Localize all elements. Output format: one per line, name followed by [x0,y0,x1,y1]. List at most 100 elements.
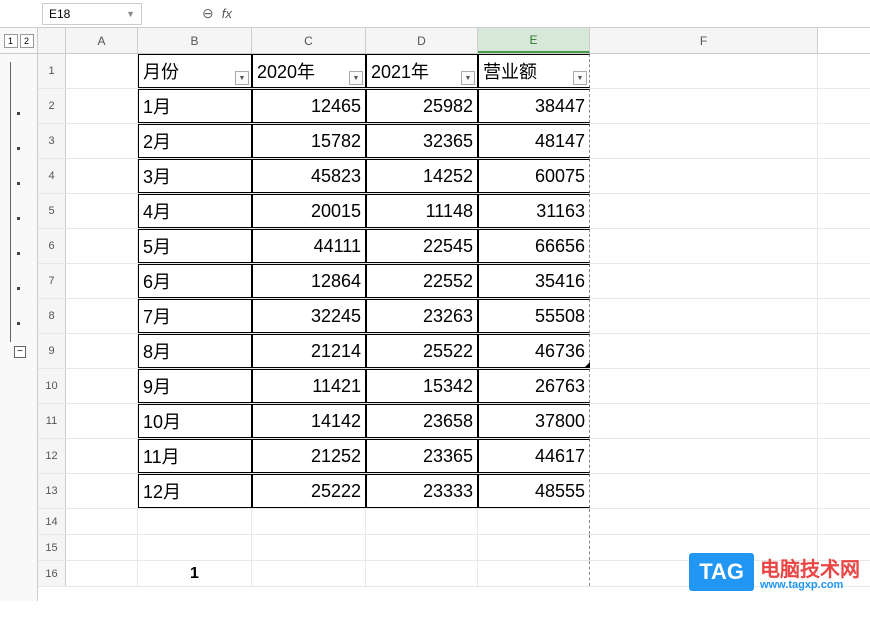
cell[interactable] [590,474,818,508]
cell-2021[interactable]: 15342 [366,369,478,403]
cell[interactable] [66,474,138,508]
header-month[interactable]: 月份▼ [138,54,252,88]
cell-revenue[interactable]: 37800 [478,404,590,438]
cell-2020[interactable]: 21252 [252,439,366,473]
cell[interactable] [590,264,818,298]
cell[interactable] [66,159,138,193]
row-header[interactable]: 7 [38,264,66,298]
cell[interactable] [590,439,818,473]
cell[interactable] [252,509,366,534]
cell[interactable] [478,535,590,560]
row-header[interactable]: 12 [38,439,66,473]
cell-2021[interactable]: 25982 [366,89,478,123]
cell-2020[interactable]: 12864 [252,264,366,298]
cell-2021[interactable]: 22545 [366,229,478,263]
cell[interactable] [66,54,138,88]
cell[interactable] [138,509,252,534]
col-header-c[interactable]: C [252,28,366,53]
cell-2020[interactable]: 25222 [252,474,366,508]
cell-revenue[interactable]: 46736 [478,334,590,368]
row-header[interactable]: 5 [38,194,66,228]
row-header[interactable]: 10 [38,369,66,403]
row-header[interactable]: 11 [38,404,66,438]
cell[interactable] [590,124,818,158]
cell[interactable] [590,54,818,88]
cell-2020[interactable]: 15782 [252,124,366,158]
fx-label[interactable]: fx [222,6,232,21]
cell[interactable] [66,229,138,263]
cell-revenue[interactable]: 55508 [478,299,590,333]
cell[interactable] [590,369,818,403]
cell-revenue[interactable]: 44617 [478,439,590,473]
cell-2020[interactable]: 32245 [252,299,366,333]
row-header[interactable]: 1 [38,54,66,88]
cell-revenue[interactable]: 35416 [478,264,590,298]
cell[interactable] [66,194,138,228]
cell-revenue[interactable]: 38447 [478,89,590,123]
cell[interactable] [366,561,478,586]
cell-month[interactable]: 6月 [138,264,252,298]
row-header[interactable]: 15 [38,535,66,560]
filter-dropdown-icon[interactable]: ▼ [573,71,587,85]
cell-2021[interactable]: 25522 [366,334,478,368]
cell-month[interactable]: 9月 [138,369,252,403]
cell[interactable] [252,561,366,586]
cell-2020[interactable]: 44111 [252,229,366,263]
cell-2020[interactable]: 11421 [252,369,366,403]
cell[interactable] [366,509,478,534]
cell-revenue[interactable]: 66656 [478,229,590,263]
name-box-dropdown-icon[interactable]: ▼ [126,9,135,19]
cell[interactable] [590,404,818,438]
cell[interactable] [590,194,818,228]
cell-month[interactable]: 7月 [138,299,252,333]
cell-month[interactable]: 8月 [138,334,252,368]
cell[interactable] [66,299,138,333]
cell-month[interactable]: 4月 [138,194,252,228]
outline-level-1[interactable]: 1 [4,34,18,48]
cell[interactable] [66,264,138,298]
row-header[interactable]: 8 [38,299,66,333]
cell[interactable] [66,369,138,403]
cell[interactable] [66,334,138,368]
header-2020[interactable]: 2020年▼ [252,54,366,88]
cell-2021[interactable]: 22552 [366,264,478,298]
cell[interactable] [66,124,138,158]
cell[interactable] [478,509,590,534]
cell[interactable] [138,535,252,560]
col-header-b[interactable]: B [138,28,252,53]
filter-dropdown-icon[interactable]: ▼ [235,71,249,85]
cell[interactable] [590,159,818,193]
cell-2021[interactable]: 23365 [366,439,478,473]
cell-month[interactable]: 1月 [138,89,252,123]
cell-month[interactable]: 2月 [138,124,252,158]
outline-collapse-button[interactable]: − [14,346,26,358]
cell[interactable] [590,299,818,333]
cell-revenue[interactable]: 26763 [478,369,590,403]
row-header[interactable]: 9 [38,334,66,368]
name-box[interactable]: E18 ▼ [42,3,142,25]
cell[interactable] [590,509,818,534]
cell-revenue[interactable]: 48147 [478,124,590,158]
cell[interactable] [252,535,366,560]
cell-month[interactable]: 5月 [138,229,252,263]
cell[interactable] [366,535,478,560]
filter-dropdown-icon[interactable]: ▼ [461,71,475,85]
row-header[interactable]: 13 [38,474,66,508]
cell[interactable] [66,535,138,560]
cell[interactable] [66,439,138,473]
cell-month[interactable]: 11月 [138,439,252,473]
cell-2020[interactable]: 14142 [252,404,366,438]
filter-dropdown-icon[interactable]: ▼ [349,71,363,85]
row-header[interactable]: 14 [38,509,66,534]
cell[interactable] [478,561,590,586]
row-header[interactable]: 16 [38,561,66,586]
cell-2021[interactable]: 11148 [366,194,478,228]
cell-2021[interactable]: 14252 [366,159,478,193]
row-header[interactable]: 3 [38,124,66,158]
cell[interactable] [590,229,818,263]
col-header-f[interactable]: F [590,28,818,53]
cell[interactable] [590,89,818,123]
cell-month[interactable]: 10月 [138,404,252,438]
cell[interactable] [590,334,818,368]
formula-input[interactable] [240,3,417,25]
